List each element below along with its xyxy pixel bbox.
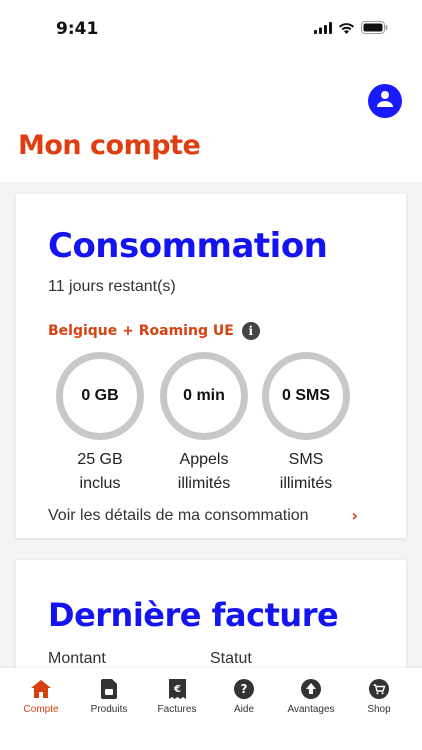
- tab-factures[interactable]: € Factures: [142, 678, 212, 715]
- gauge-value: 0 SMS: [262, 352, 350, 440]
- info-icon[interactable]: i: [241, 322, 260, 340]
- tab-label: Factures: [157, 704, 197, 715]
- calls-gauge: 0 min Appels illimités: [160, 352, 248, 496]
- home-icon: [30, 678, 52, 700]
- gauge-caption: 25 GB inclus: [56, 448, 144, 496]
- help-icon: ?: [233, 678, 255, 700]
- svg-text:€: €: [173, 684, 181, 695]
- status-icons: [314, 21, 388, 39]
- page-title: Mon compte: [18, 130, 201, 161]
- gauge-caption-line: SMS: [288, 451, 324, 468]
- gauge-caption-line: illimités: [279, 475, 333, 492]
- gauge-value: 0 min: [160, 352, 248, 440]
- usage-gauges: 0 GB 25 GB inclus 0 min Appels illimités…: [56, 352, 356, 492]
- tab-label: Shop: [367, 704, 391, 715]
- main-content: Consommation 11 jours restant(s) Belgiqu…: [0, 182, 422, 700]
- tab-label: Aide: [233, 704, 254, 715]
- tab-aide[interactable]: ? Aide: [209, 678, 279, 715]
- amount-label: Montant: [48, 650, 106, 667]
- region-row: Belgique + Roaming UE i: [48, 322, 260, 340]
- tab-avantages[interactable]: Avantages: [276, 678, 346, 715]
- wifi-icon: [338, 21, 355, 39]
- sim-icon: [98, 678, 120, 700]
- gauge-value: 0 GB: [56, 352, 144, 440]
- invoice-icon: €: [166, 678, 188, 700]
- arrow-up-icon: [300, 678, 322, 700]
- days-left-text: 11 jours restant(s): [48, 278, 176, 295]
- tab-produits[interactable]: Produits: [74, 678, 144, 715]
- tab-bar: Compte Produits € Factures ? Aide Avanta…: [0, 668, 422, 750]
- consumption-title: Consommation: [48, 226, 328, 266]
- gauge-caption-line: Appels: [179, 451, 229, 468]
- profile-button[interactable]: [368, 84, 402, 118]
- help-circle: ?: [234, 679, 254, 699]
- sms-gauge: 0 SMS SMS illimités: [262, 352, 350, 496]
- gauge-caption: Appels illimités: [160, 448, 248, 496]
- details-link-label: Voir les détails de ma consommation: [48, 506, 309, 524]
- signal-icon: [314, 21, 332, 39]
- tab-label: Avantages: [287, 704, 335, 715]
- gauge-caption-line: illimités: [177, 475, 231, 492]
- consumption-card: Consommation 11 jours restant(s) Belgiqu…: [16, 194, 406, 538]
- status-label: Statut: [210, 650, 252, 667]
- tab-label: Produits: [90, 704, 128, 715]
- battery-icon: [361, 21, 388, 39]
- invoice-title: Dernière facture: [48, 596, 339, 634]
- consumption-details-link[interactable]: Voir les détails de ma consommation ›: [48, 506, 358, 525]
- user-icon: [375, 89, 395, 114]
- header: Mon compte: [0, 60, 422, 182]
- status-time: 9:41: [56, 19, 99, 39]
- gauge-caption-line: 25 GB: [77, 451, 123, 468]
- region-label: Belgique + Roaming UE: [48, 323, 234, 339]
- gauge-caption-line: inclus: [79, 475, 121, 492]
- tab-compte[interactable]: Compte: [6, 678, 76, 715]
- cart-icon: [368, 678, 390, 700]
- status-bar: 9:41: [0, 0, 422, 60]
- gauge-caption: SMS illimités: [262, 448, 350, 496]
- chevron-right-icon: ›: [351, 506, 358, 525]
- tab-label: Compte: [23, 704, 59, 715]
- tab-shop[interactable]: Shop: [344, 678, 414, 715]
- data-gauge: 0 GB 25 GB inclus: [56, 352, 144, 496]
